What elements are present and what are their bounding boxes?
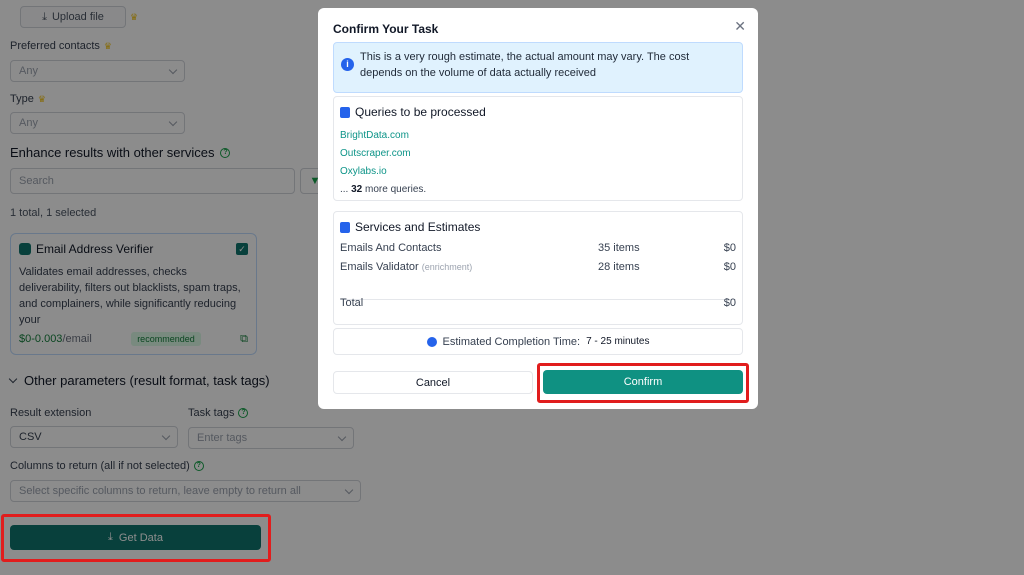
highlight-box-get-data (1, 514, 271, 562)
queries-panel: Queries to be processed BrightData.com O… (333, 96, 743, 201)
query-link[interactable]: Outscraper.com (340, 145, 736, 163)
database-search-icon (340, 106, 350, 118)
services-title: Services and Estimates (355, 220, 481, 234)
info-icon: i (341, 58, 354, 71)
query-link[interactable]: Oxylabs.io (340, 163, 736, 181)
estimate-info-banner: i This is a very rough estimate, the act… (333, 42, 743, 93)
estimated-completion-time: Estimated Completion Time: 7 - 25 minute… (333, 328, 743, 355)
total-row: Total $0 (340, 297, 736, 309)
list-icon (340, 221, 350, 233)
highlight-box-confirm (537, 363, 749, 403)
cancel-button[interactable]: Cancel (333, 371, 533, 394)
clock-icon (426, 336, 437, 347)
more-queries: ... 32 more queries. (340, 184, 427, 195)
info-text: This is a very rough estimate, the actua… (360, 51, 690, 79)
close-icon[interactable]: ✕ (734, 18, 746, 35)
confirm-task-modal: Confirm Your Task ✕ i This is a very rou… (318, 8, 758, 409)
query-link[interactable]: BrightData.com (340, 127, 736, 145)
queries-title: Queries to be processed (355, 105, 486, 119)
service-estimate-row: Emails And Contacts 35 items $0 (340, 242, 736, 254)
service-estimate-row: Emails Validator (enrichment) 28 items $… (340, 261, 736, 273)
services-panel: Services and Estimates Emails And Contac… (333, 211, 743, 325)
modal-title: Confirm Your Task (333, 22, 439, 36)
